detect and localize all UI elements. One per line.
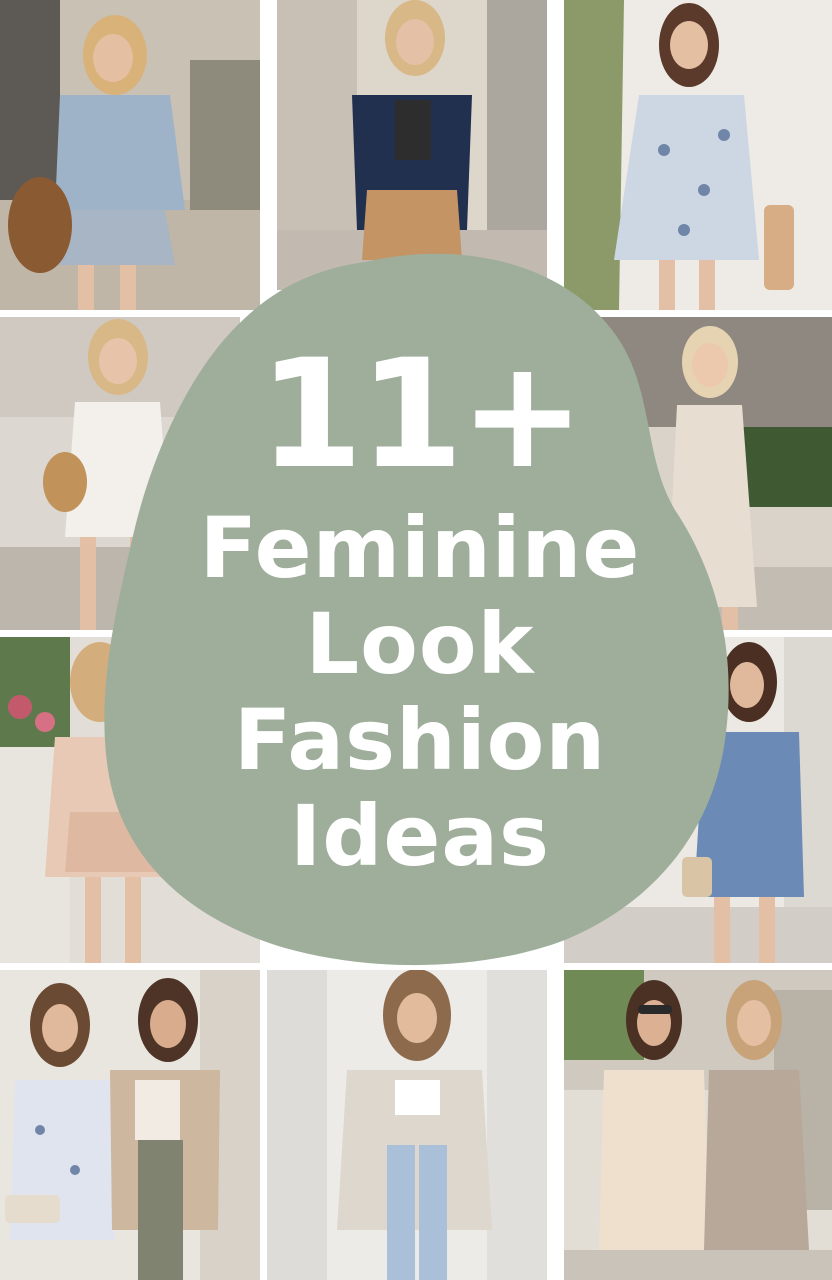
pin-title: 11+ Feminine Look Fashion Ideas	[120, 330, 720, 884]
outfit-photo-navy-blazer	[277, 0, 547, 290]
title-line-1: Feminine	[199, 499, 641, 597]
outfit-photo-two-women-belted	[564, 970, 832, 1280]
outfit-photo-floral-mini	[564, 0, 832, 310]
outfit-photo-cream-cardigan	[267, 970, 547, 1280]
title-line-2: Look	[305, 595, 535, 693]
title-line-4: Ideas	[289, 787, 551, 885]
title-number: 11+	[258, 328, 585, 502]
outfit-photo-two-women-floral	[0, 970, 260, 1280]
outfit-photo-denim-shirt	[0, 0, 260, 310]
title-line-3: Fashion	[233, 691, 607, 789]
